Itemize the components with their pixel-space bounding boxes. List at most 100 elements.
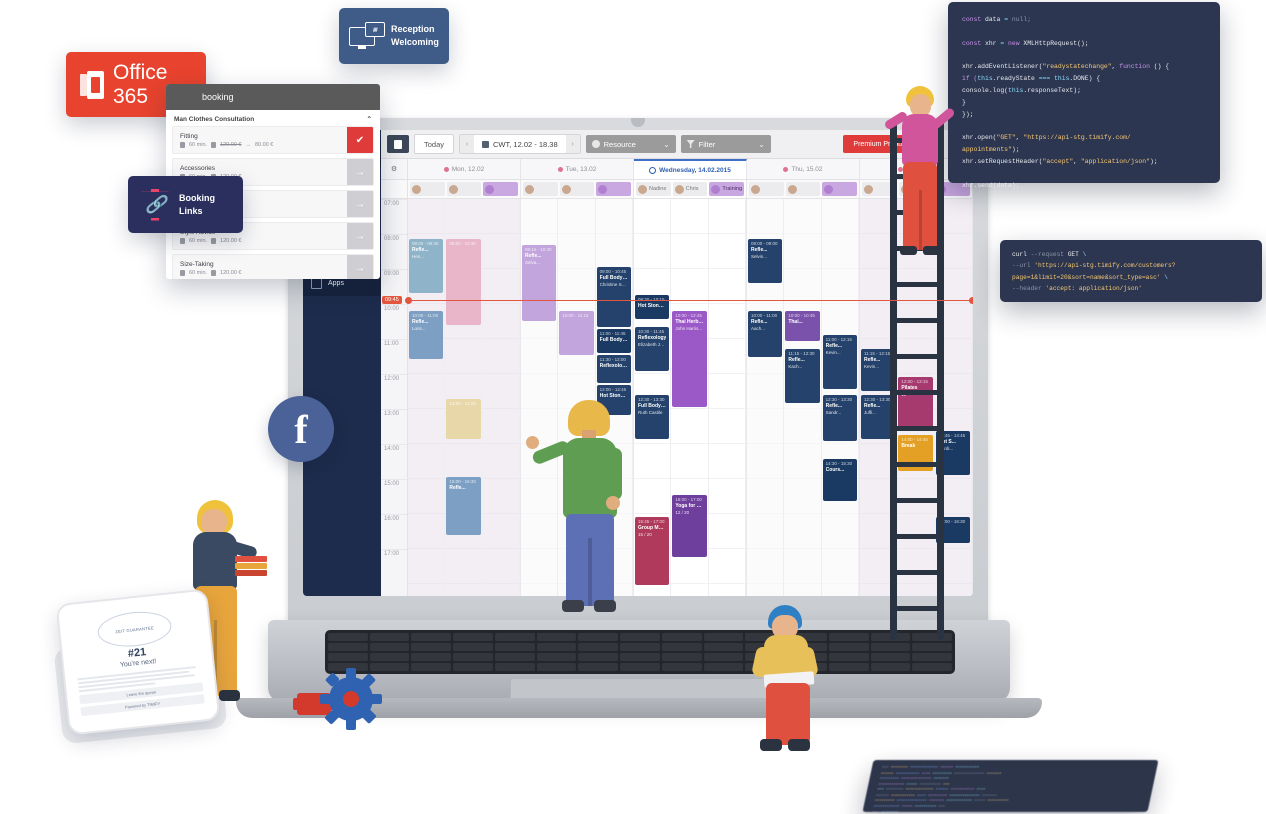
resource-chip-chris[interactable]: Chris <box>673 182 708 196</box>
appointment-block[interactable]: 09:00 - 10:45Full Body Thai M...Christin… <box>597 267 631 327</box>
keyboard-key[interactable] <box>662 633 702 641</box>
chevron-right-icon[interactable]: › <box>566 135 580 153</box>
service-row[interactable]: Size-Taking 60 min. 120.00 € → <box>172 254 374 279</box>
resource-column-0[interactable]: 08:00 - 09:00 Refle... Selvin... 10:00 - 11… <box>747 199 784 596</box>
appointment-block[interactable]: 10:00 - 11:00 Refle... Loris... <box>409 311 443 359</box>
day-header-3[interactable]: Thu, 15.02 <box>747 159 860 179</box>
appointment-block[interactable]: 08:00 - 09:00 Refle... Selvin... <box>748 239 782 283</box>
keyboard-key[interactable] <box>370 653 410 661</box>
resource-chip-chris[interactable] <box>786 182 821 196</box>
keyboard-key[interactable] <box>495 663 535 671</box>
keyboard-key[interactable] <box>912 653 952 661</box>
chevron-up-icon[interactable]: ⌃ <box>367 115 372 123</box>
keyboard-key[interactable] <box>328 633 368 641</box>
keyboard-key[interactable] <box>578 663 618 671</box>
keyboard-key[interactable] <box>871 643 911 651</box>
day-column-2[interactable]: 09:30 - 10:15Hot Stone Massag... 10:30 - … <box>634 199 747 596</box>
resource-column-2[interactable]: 11:00 - 12:15 Refle... Kevin... 12:30 - 13:… <box>822 199 859 596</box>
appointment-block[interactable]: 10:00 - 12:45Thai Herbal ...John Harris.… <box>672 311 706 407</box>
appointment-block[interactable]: 08:15 - 10:30 Refle... Selva... <box>522 245 556 321</box>
day-header-2[interactable]: Wednesday, 14.02.2015 <box>634 159 747 179</box>
service-select-arrow-button[interactable]: → <box>347 191 373 217</box>
keyboard-key[interactable] <box>453 663 493 671</box>
day-column-3[interactable]: 08:00 - 09:00 Refle... Selvin... 10:00 - 11… <box>747 199 860 596</box>
appointment-block[interactable]: 08:00 - 10:30 <box>446 239 480 325</box>
date-range-label[interactable]: CWT, 12.02 - 18.38 <box>474 140 566 149</box>
calendar-app-icon[interactable] <box>387 135 409 153</box>
booking-links-badge[interactable]: 🔗 Booking Links <box>128 176 243 233</box>
keyboard-key[interactable] <box>829 633 869 641</box>
resource-chip-chris[interactable] <box>560 182 595 196</box>
keyboard-key[interactable] <box>411 663 451 671</box>
keyboard-key[interactable] <box>912 663 952 671</box>
service-row[interactable]: Fitting 60 min. 120.00 € → 80.00 € ✔ <box>172 126 374 154</box>
keyboard-key[interactable] <box>871 663 911 671</box>
keyboard-key[interactable] <box>578 643 618 651</box>
keyboard-key[interactable] <box>411 633 451 641</box>
keyboard-key[interactable] <box>411 653 451 661</box>
keyboard-key[interactable] <box>620 653 660 661</box>
facebook-icon[interactable]: f <box>268 396 334 462</box>
resource-chip-chris[interactable] <box>447 182 482 196</box>
keyboard-key[interactable] <box>328 653 368 661</box>
keyboard-key[interactable] <box>370 643 410 651</box>
resource-chip-training-1[interactable] <box>483 182 518 196</box>
keyboard-key[interactable] <box>537 633 577 641</box>
resource-column-2[interactable] <box>483 199 520 596</box>
keyboard-key[interactable] <box>620 633 660 641</box>
service-select-arrow-button[interactable]: → <box>347 159 373 185</box>
resource-column-1[interactable]: 10:00 - 10:45 Thai... 11:15 - 12:30 Refle..… <box>784 199 821 596</box>
resource-column-2[interactable] <box>709 199 746 596</box>
appointment-block[interactable]: 08:00 - 09:30 Refle... Hen... <box>409 239 443 293</box>
keyboard-key[interactable] <box>912 643 952 651</box>
appointment-block[interactable]: 12:30 - 13:30Full Body Thai Ma...Ruth Ca… <box>635 395 669 439</box>
resource-chip-training-1[interactable]: Training 1 <box>709 182 744 196</box>
reception-welcoming-badge[interactable]: ▦ Reception Welcoming <box>339 8 449 64</box>
calendar-grid[interactable]: 09:45 07:00 08:00 09:00 10:00 11:00 12:00 13:0… <box>381 199 973 596</box>
today-button[interactable]: Today <box>414 134 454 154</box>
settings-icon[interactable]: ⚙ <box>381 159 408 179</box>
appointment-block[interactable]: 10:00 - 10:45 Thai... <box>785 311 819 341</box>
appointment-block[interactable]: 11:00 - 11:45Full Body Th... <box>597 329 631 353</box>
keyboard-key[interactable] <box>704 633 744 641</box>
resource-chip-training-1[interactable] <box>596 182 631 196</box>
appointment-block[interactable]: 10:30 - 11:45ReflexologyElizabeth Jones <box>635 327 669 371</box>
keyboard-key[interactable] <box>871 653 911 661</box>
keyboard-key[interactable] <box>453 643 493 651</box>
keyboard-key[interactable] <box>704 643 744 651</box>
resource-column-1[interactable]: 10:00 - 12:45Thai Herbal ...John Harris.… <box>671 199 708 596</box>
appointment-block[interactable]: 14:30 - 15:30 Cours... <box>823 459 857 501</box>
keyboard-key[interactable] <box>495 653 535 661</box>
resource-column-0[interactable]: 08:00 - 09:30 Refle... Hen... 10:00 - 11:00… <box>408 199 445 596</box>
filter-select[interactable]: Filter ⌄ <box>681 135 771 153</box>
day-header-1[interactable]: Tue, 13.02 <box>521 159 634 179</box>
resource-chip-nadine[interactable] <box>749 182 784 196</box>
keyboard-key[interactable] <box>537 663 577 671</box>
appointment-block[interactable]: 15:45 - 17:00Group Meditatio...15 / 20 <box>635 517 669 585</box>
keyboard-key[interactable] <box>620 663 660 671</box>
keyboard-key[interactable] <box>662 643 702 651</box>
keyboard-key[interactable] <box>662 663 702 671</box>
keyboard-key[interactable] <box>662 653 702 661</box>
appointment-block[interactable]: 15:00 - 16:30 Refle... <box>446 477 480 535</box>
keyboard-key[interactable] <box>578 633 618 641</box>
resource-chip-nadine[interactable] <box>410 182 445 196</box>
keyboard-key[interactable] <box>495 643 535 651</box>
appointment-block[interactable]: 10:00 - 11:00 Refle... Aach... <box>748 311 782 357</box>
keyboard-key[interactable] <box>829 663 869 671</box>
keyboard-key[interactable] <box>328 643 368 651</box>
keyboard-key[interactable] <box>704 653 744 661</box>
resource-chip-training-1[interactable] <box>822 182 857 196</box>
booking-group-header[interactable]: Man Clothes Consultation ⌃ <box>166 110 380 126</box>
keyboard-key[interactable] <box>370 633 410 641</box>
phone-mockup[interactable]: ZEIT GUARANTEE #21 You're next! Leave th… <box>56 588 221 735</box>
keyboard-key[interactable] <box>411 643 451 651</box>
keyboard-key[interactable] <box>829 643 869 651</box>
keyboard-key[interactable] <box>453 653 493 661</box>
keyboard-key[interactable] <box>537 653 577 661</box>
keyboard-key[interactable] <box>453 633 493 641</box>
resource-column-1[interactable]: 08:00 - 10:30 13:00 - 14:00 15:00 - 16:30 R… <box>445 199 482 596</box>
service-selected-check-button[interactable]: ✔ <box>347 127 373 153</box>
keyboard-key[interactable] <box>704 663 744 671</box>
chevron-left-icon[interactable]: ‹ <box>460 135 474 153</box>
